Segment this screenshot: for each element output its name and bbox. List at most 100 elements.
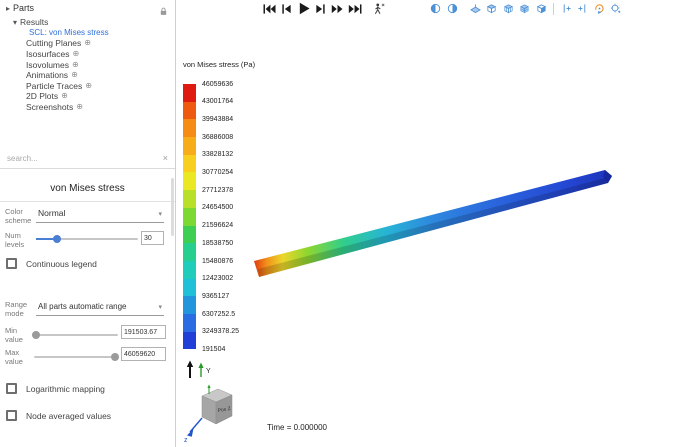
toolbar-divider: [553, 3, 554, 15]
color-scheme-dropdown[interactable]: Normal: [36, 206, 164, 223]
max-value-input[interactable]: [121, 347, 166, 361]
tree-item-animations[interactable]: Animations⊕: [0, 70, 175, 81]
node-averaged-row: Node averaged values: [6, 410, 111, 421]
orientation-triad[interactable]: Y Pos Z z: [182, 358, 248, 447]
view-cube-grid-icon[interactable]: [501, 1, 516, 16]
max-value-slider[interactable]: [34, 352, 118, 362]
clear-search-icon[interactable]: ×: [163, 154, 168, 163]
min-value-slider[interactable]: [34, 330, 118, 340]
tree-item-label: Results: [20, 17, 48, 27]
legend-tick-label: 21596624: [202, 222, 233, 229]
legend-title: von Mises stress (Pa): [183, 60, 255, 69]
properties-panel: von Mises stress Color scheme Normal Num…: [0, 170, 175, 447]
legend-tick-label: 9365127: [202, 293, 229, 300]
num-levels-label: Num levels: [5, 232, 35, 249]
legend-tick-label: 33828132: [202, 151, 233, 158]
clip-plane-y-icon[interactable]: [575, 1, 590, 16]
clip-plane-x-icon[interactable]: [559, 1, 574, 16]
view-plane-icon[interactable]: [468, 1, 483, 16]
add-circle-icon[interactable]: ⊕: [76, 103, 83, 111]
expander-icon[interactable]: [6, 3, 10, 13]
logarithmic-mapping-checkbox[interactable]: [6, 383, 17, 394]
y-axis-label: Y: [206, 368, 211, 375]
search-input[interactable]: [7, 154, 163, 163]
color-scheme-label: Color scheme: [5, 208, 35, 225]
max-value-label: Max value: [5, 349, 35, 366]
tree-item-isosurfaces[interactable]: Isosurfaces⊕: [0, 49, 175, 60]
legend-color-band: [183, 261, 196, 279]
legend-color-band: [183, 226, 196, 244]
tree-item-2d-plots[interactable]: 2D Plots⊕: [0, 91, 175, 102]
slider-track[interactable]: [34, 356, 118, 358]
beam-model[interactable]: [254, 170, 612, 277]
legend-labels: 4605963643001764399438843688600833828132…: [202, 84, 262, 350]
play-icon[interactable]: [296, 1, 311, 16]
add-circle-icon[interactable]: ⊕: [72, 61, 79, 69]
slider-handle[interactable]: [53, 235, 61, 243]
probe-point-icon[interactable]: [608, 1, 623, 16]
tree-item-particle-traces[interactable]: Particle Traces⊕: [0, 81, 175, 92]
rotate-free-icon[interactable]: [592, 1, 607, 16]
tree-item-selected-scl-von-mises-stress[interactable]: SCL: von Mises stress: [0, 28, 175, 39]
legend-color-band: [183, 172, 196, 190]
walk-mode-icon[interactable]: [371, 1, 386, 16]
range-mode-value: All parts automatic range: [38, 302, 127, 311]
slider-handle[interactable]: [111, 353, 119, 361]
search-row: ×: [0, 150, 175, 167]
num-levels-input[interactable]: [141, 231, 164, 245]
fast-forward-icon[interactable]: [330, 1, 345, 16]
slider-track[interactable]: [34, 334, 118, 336]
view-cube[interactable]: Pos Z: [202, 385, 232, 425]
skip-to-last-icon[interactable]: [347, 1, 362, 16]
y-axis-arrow-icon: [198, 363, 203, 378]
legend-color-band: [183, 102, 196, 120]
z-axis-arrow-icon: [187, 418, 202, 437]
color-scheme-value: Normal: [38, 208, 65, 218]
add-circle-icon[interactable]: ⊕: [61, 92, 68, 100]
view-cube-icon[interactable]: [484, 1, 499, 16]
legend-color-band: [183, 296, 196, 314]
slider-handle[interactable]: [32, 331, 40, 339]
tree-item-results[interactable]: Results: [0, 17, 175, 28]
legend-bands[interactable]: [183, 84, 196, 349]
parts-header[interactable]: Parts: [6, 3, 34, 13]
add-circle-icon[interactable]: ⊕: [72, 50, 79, 58]
view-toolbar: [428, 1, 623, 16]
scrollbar[interactable]: [171, 178, 174, 236]
skip-to-first-icon[interactable]: [262, 1, 277, 16]
legend-tick-label: 36886008: [202, 134, 233, 141]
legend-color-band: [183, 279, 196, 297]
tree-item-label: Isovolumes: [26, 60, 69, 70]
range-mode-dropdown[interactable]: All parts automatic range: [36, 299, 164, 316]
node-averaged-label: Node averaged values: [26, 411, 111, 421]
time-label: Time = 0.000000: [267, 423, 327, 432]
step-forward-icon[interactable]: [313, 1, 328, 16]
range-mode-label: Range mode: [5, 301, 35, 318]
tree-item-label: Cutting Planes: [26, 38, 81, 48]
add-circle-icon[interactable]: ⊕: [84, 39, 91, 47]
view-cube-mesh-icon[interactable]: [517, 1, 532, 16]
legend-color-band: [183, 119, 196, 137]
view-cube-corner-icon[interactable]: [534, 1, 549, 16]
add-circle-icon[interactable]: ⊕: [85, 82, 92, 90]
legend-tick-label: 46059636: [202, 81, 233, 88]
orbit-right-icon[interactable]: [445, 1, 460, 16]
min-value-input[interactable]: [121, 325, 166, 339]
logarithmic-mapping-label: Logarithmic mapping: [26, 384, 105, 394]
orbit-left-icon[interactable]: [428, 1, 443, 16]
up-arrow-icon: [187, 361, 193, 379]
add-circle-icon[interactable]: ⊕: [71, 71, 78, 79]
node-averaged-checkbox[interactable]: [6, 410, 17, 421]
divider: [0, 201, 175, 202]
step-back-icon[interactable]: [279, 1, 294, 16]
continuous-legend-checkbox[interactable]: [6, 258, 17, 269]
legend-tick-label: 12423002: [202, 275, 233, 282]
legend-tick-label: 15480876: [202, 258, 233, 265]
tree-item-cutting-planes[interactable]: Cutting Planes⊕: [0, 38, 175, 49]
tree-item-screenshots[interactable]: Screenshots⊕: [0, 102, 175, 113]
num-levels-slider[interactable]: [36, 234, 138, 244]
tree-item-label: SCL: von Mises stress: [29, 28, 109, 37]
application-window: Parts Results SCL: von Mises stress Cutt…: [0, 0, 690, 447]
expander-icon[interactable]: [13, 17, 17, 27]
tree-item-isovolumes[interactable]: Isovolumes⊕: [0, 59, 175, 70]
